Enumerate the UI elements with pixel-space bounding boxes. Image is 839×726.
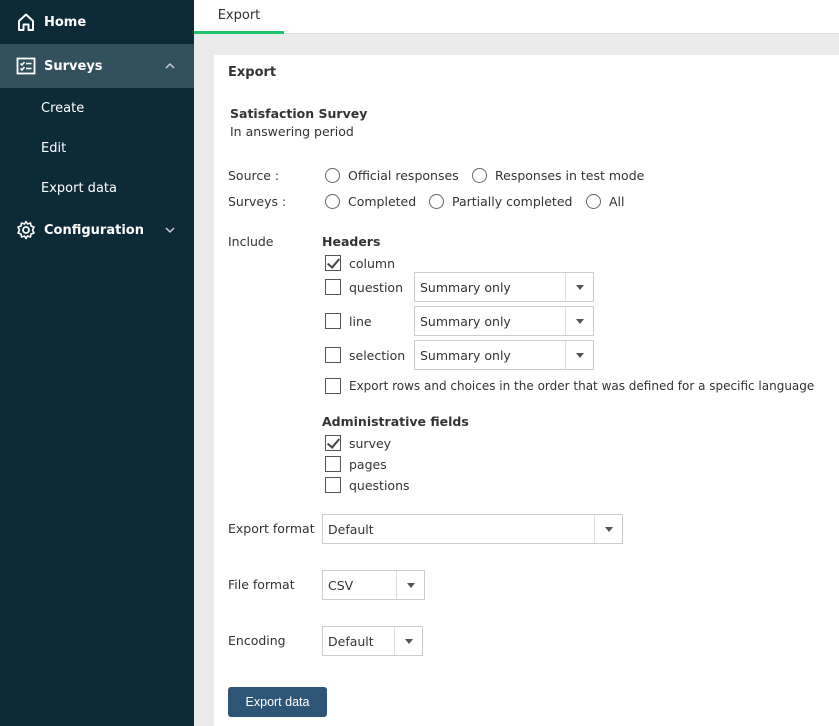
export-order-label: Export rows and choices in the order tha…	[349, 379, 815, 393]
export-format-label: Export format	[228, 521, 315, 536]
source-test-option[interactable]: Responses in test mode	[472, 168, 644, 183]
surveys-completed-option[interactable]: Completed	[325, 194, 416, 209]
encoding-select[interactable]: Default	[322, 626, 423, 656]
surveys-partial-label: Partially completed	[452, 194, 573, 209]
header-selection-label: selection	[349, 347, 406, 363]
export-data-button[interactable]: Export data	[228, 687, 327, 717]
header-selection-option[interactable]: selection	[325, 347, 405, 363]
surveys-all-label: All	[609, 194, 625, 209]
surveys-label: Surveys :	[228, 194, 287, 209]
source-official-label: Official responses	[348, 168, 459, 183]
home-icon	[16, 12, 36, 32]
nav-surveys[interactable]: Surveys	[0, 44, 194, 88]
nav-home[interactable]: Home	[0, 0, 194, 44]
source-test-label: Responses in test mode	[495, 168, 645, 183]
header-column-label: column	[349, 255, 396, 271]
admin-pages-option[interactable]: pages	[325, 456, 387, 472]
gear-icon	[16, 220, 36, 240]
dropdown-arrow-icon	[396, 571, 424, 599]
nav-export-data[interactable]: Export data	[0, 168, 194, 208]
question-select-value: Summary only	[420, 279, 511, 295]
tab-bar: Export	[194, 0, 839, 34]
header-column-checkbox[interactable]	[325, 255, 341, 271]
panel-title: Export	[228, 65, 277, 80]
source-official-option[interactable]: Official responses	[325, 168, 459, 183]
admin-survey-option[interactable]: survey	[325, 435, 391, 451]
encoding-label: Encoding	[228, 633, 286, 648]
export-panel: Export Satisfaction Survey In answering …	[214, 55, 839, 726]
admin-pages-checkbox[interactable]	[325, 456, 341, 472]
tab-export[interactable]: Export	[194, 0, 284, 34]
nav-surveys-label: Surveys	[44, 58, 103, 74]
export-order-option[interactable]: Export rows and choices in the order tha…	[325, 378, 814, 394]
surveys-all-option[interactable]: All	[586, 194, 625, 209]
include-label: Include	[228, 234, 274, 249]
admin-survey-checkbox[interactable]	[325, 435, 341, 451]
encoding-value: Default	[328, 633, 374, 649]
nav-create[interactable]: Create	[0, 88, 194, 128]
header-line-option[interactable]: line	[325, 313, 372, 329]
survey-status: In answering period	[230, 124, 354, 139]
surveys-partial-option[interactable]: Partially completed	[429, 194, 572, 209]
file-format-value: CSV	[328, 577, 354, 593]
header-line-checkbox[interactable]	[325, 313, 341, 329]
dropdown-arrow-icon	[565, 273, 593, 301]
surveys-completed-label: Completed	[348, 194, 417, 209]
nav-edit[interactable]: Edit	[0, 128, 194, 168]
admin-questions-checkbox[interactable]	[325, 477, 341, 493]
dropdown-arrow-icon	[565, 341, 593, 369]
dropdown-arrow-icon	[594, 515, 622, 543]
header-question-label: question	[349, 279, 404, 295]
admin-pages-label: pages	[349, 456, 387, 472]
export-format-value: Default	[328, 521, 374, 537]
surveys-all-radio[interactable]	[586, 194, 601, 209]
header-line-label: line	[349, 313, 372, 329]
line-select[interactable]: Summary only	[414, 306, 594, 336]
surveys-completed-radio[interactable]	[325, 194, 340, 209]
source-official-radio[interactable]	[325, 168, 340, 183]
admin-fields-title: Administrative fields	[322, 414, 469, 429]
admin-survey-label: survey	[349, 435, 392, 451]
source-label: Source :	[228, 168, 280, 183]
survey-name: Satisfaction Survey	[230, 106, 368, 121]
export-order-checkbox[interactable]	[325, 378, 341, 394]
source-test-radio[interactable]	[472, 168, 487, 183]
chevron-down-icon[interactable]	[164, 224, 176, 236]
dropdown-arrow-icon	[394, 627, 422, 655]
nav-configuration-label: Configuration	[44, 222, 144, 238]
header-column-option[interactable]: column	[325, 255, 395, 271]
line-select-value: Summary only	[420, 313, 511, 329]
selection-select[interactable]: Summary only	[414, 340, 594, 370]
surveys-partial-radio[interactable]	[429, 194, 444, 209]
selection-select-value: Summary only	[420, 347, 511, 363]
admin-questions-option[interactable]: questions	[325, 477, 410, 493]
header-selection-checkbox[interactable]	[325, 347, 341, 363]
file-format-select[interactable]: CSV	[322, 570, 425, 600]
dropdown-arrow-icon	[565, 307, 593, 335]
survey-icon	[16, 56, 36, 76]
file-format-label: File format	[228, 577, 295, 592]
headers-title: Headers	[322, 234, 381, 249]
export-format-select[interactable]: Default	[322, 514, 623, 544]
chevron-up-icon[interactable]	[164, 60, 176, 72]
header-question-checkbox[interactable]	[325, 279, 341, 295]
question-select[interactable]: Summary only	[414, 272, 594, 302]
nav-home-label: Home	[44, 14, 87, 30]
sidebar: Home Surveys Create Edit Export data Con…	[0, 0, 194, 726]
header-question-option[interactable]: question	[325, 279, 403, 295]
nav-configuration[interactable]: Configuration	[0, 208, 194, 252]
admin-questions-label: questions	[349, 477, 410, 493]
